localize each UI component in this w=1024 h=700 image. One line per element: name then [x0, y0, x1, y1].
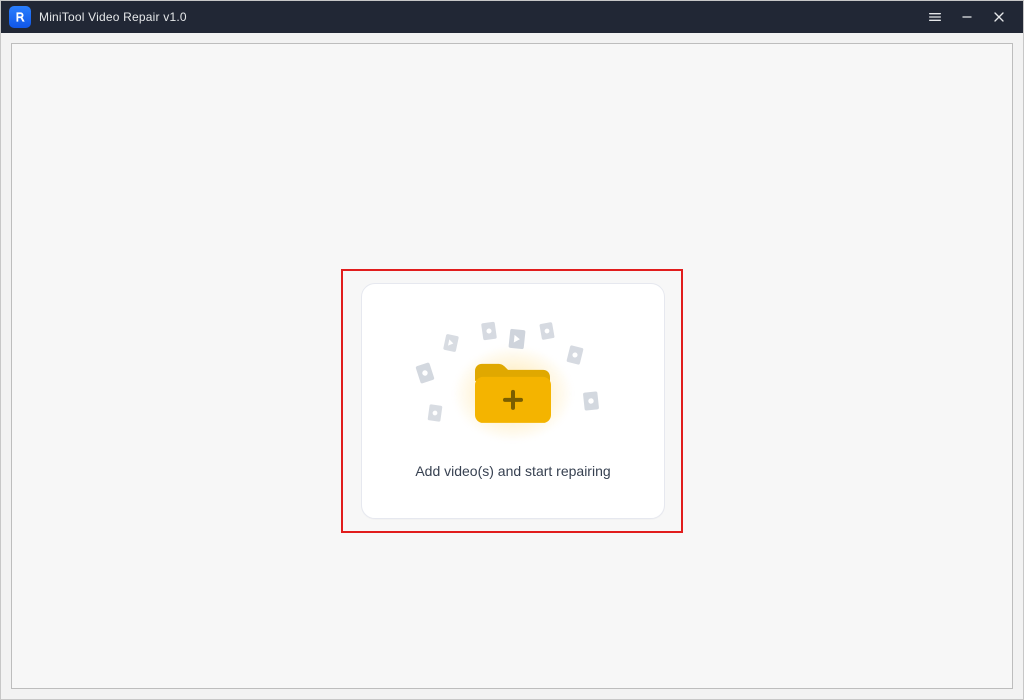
video-file-icon	[508, 329, 525, 349]
file-icon	[428, 404, 443, 422]
file-icon	[583, 391, 599, 410]
dropzone-caption: Add video(s) and start repairing	[415, 463, 610, 479]
video-file-icon	[443, 334, 459, 352]
menu-button[interactable]	[919, 1, 951, 33]
file-icon	[481, 322, 497, 341]
file-icon	[415, 362, 434, 384]
minimize-button[interactable]	[951, 1, 983, 33]
window-title: MiniTool Video Repair v1.0	[39, 10, 187, 24]
file-icon	[566, 345, 583, 365]
folder-plus-icon	[467, 357, 559, 431]
close-button[interactable]	[983, 1, 1015, 33]
app-logo	[9, 6, 31, 28]
logo-r-icon	[13, 10, 27, 24]
client-area: Add video(s) and start repairing	[1, 33, 1023, 699]
add-videos-dropzone[interactable]: Add video(s) and start repairing	[361, 283, 665, 519]
close-icon	[991, 9, 1007, 25]
menu-icon	[927, 9, 943, 25]
drop-illustration	[413, 323, 613, 453]
app-window: MiniTool Video Repair v1.0	[0, 0, 1024, 700]
file-icon	[539, 322, 554, 340]
minimize-icon	[959, 9, 975, 25]
titlebar[interactable]: MiniTool Video Repair v1.0	[1, 1, 1023, 33]
